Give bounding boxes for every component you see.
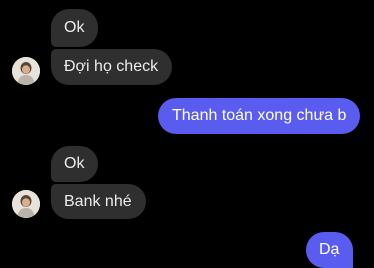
contact-avatar-icon[interactable]	[12, 57, 40, 85]
message-text: Ok	[64, 19, 85, 36]
message-bubble-incoming[interactable]: Ok	[51, 9, 99, 47]
message-bubble-incoming[interactable]: Ok	[51, 146, 99, 182]
message-text: Thanh toán xong chưa b	[172, 107, 347, 124]
message-text: Dạ	[319, 241, 340, 258]
message-bubble-outgoing[interactable]: Thanh toán xong chưa b	[158, 98, 361, 134]
message-bubble-incoming[interactable]: Bank nhé	[51, 184, 146, 219]
message-bubble-incoming[interactable]: Đợi họ check	[51, 49, 173, 85]
message-text: Đợi họ check	[64, 58, 159, 75]
contact-avatar-icon[interactable]	[12, 190, 40, 218]
message-bubble-outgoing[interactable]: Dạ	[306, 232, 354, 268]
message-text: Ok	[64, 155, 85, 172]
message-text: Bank nhé	[64, 193, 132, 210]
